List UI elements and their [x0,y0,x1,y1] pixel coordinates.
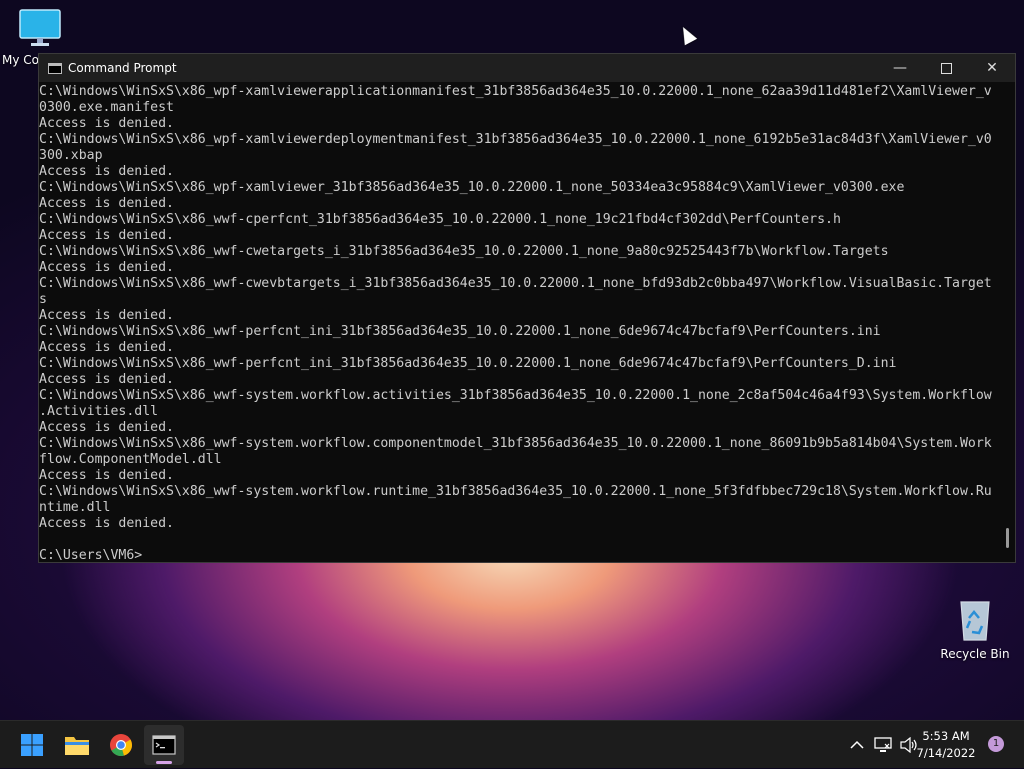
command-prompt-icon [152,735,176,755]
console-line: ntime.dll [39,500,111,515]
console-line: Access is denied. [39,164,174,179]
show-hidden-icons-button[interactable] [850,721,864,769]
console-line: Access is denied. [39,468,174,483]
console-line: C:\Windows\WinSxS\x86_wpf-xamlviewer_31b… [39,180,905,195]
console-line: C:\Windows\WinSxS\x86_wwf-cperfcnt_31bf3… [39,212,841,227]
console-line: Access is denied. [39,516,174,531]
console-line: Access is denied. [39,260,174,275]
console-output[interactable]: C:\Windows\WinSxS\x86_wpf-xamlviewerappl… [39,84,997,562]
console-line: 300.xbap [39,148,103,163]
start-icon [21,734,43,756]
start-button[interactable] [12,725,52,765]
close-icon: ✕ [986,60,998,76]
maximize-icon [940,62,952,74]
console-line: s [39,292,47,307]
taskbar: 5:53 AM 7/14/2022 1 [0,720,1024,768]
console-line: Access is denied. [39,308,174,323]
file-explorer-icon [65,737,89,755]
console-line: Access is denied. [39,372,174,387]
console-line: C:\Windows\WinSxS\x86_wwf-system.workflo… [39,388,992,403]
command-prompt-window[interactable]: Command Prompt — ✕ C:\Windows\WinSxS\x86… [38,53,1016,563]
active-app-indicator [156,761,172,764]
window-title: Command Prompt [68,61,177,75]
console-line: .Activities.dll [39,404,159,419]
console-line: Access is denied. [39,228,174,243]
command-prompt-taskbar-button[interactable] [144,725,184,765]
console-line: 0300.exe.manifest [39,100,174,115]
maximize-button[interactable] [923,54,969,82]
title-bar[interactable]: Command Prompt — ✕ [39,54,1015,82]
chrome-icon [110,734,133,757]
console-line: C:\Users\VM6> [39,548,143,562]
cmd-icon [48,62,62,74]
desktop-icon-label: Recycle Bin [940,647,1010,661]
close-button[interactable]: ✕ [969,54,1015,82]
console-line: C:\Windows\WinSxS\x86_wpf-xamlviewerappl… [39,84,992,99]
monitor-icon [19,9,61,46]
chrome-button[interactable] [101,725,141,765]
console-line: Access is denied. [39,196,174,211]
minimize-icon: — [893,60,907,76]
console-line: Access is denied. [39,420,174,435]
minimize-button[interactable]: — [877,54,923,82]
console-line: Access is denied. [39,116,174,131]
console-line: C:\Windows\WinSxS\x86_wwf-system.workflo… [39,484,992,499]
desktop-icon-recycle-bin[interactable]: Recycle Bin [940,596,1010,661]
clock-time: 5:53 AM [922,729,970,743]
recycle-bin-icon [960,601,990,641]
console-line: C:\Windows\WinSxS\x86_wwf-cwevbtargets_i… [39,276,992,291]
mouse-pointer-icon [676,23,698,46]
network-icon [874,737,892,752]
file-explorer-button[interactable] [57,725,97,765]
console-line: C:\Windows\WinSxS\x86_wwf-cwetargets_i_3… [39,244,889,259]
console-line: C:\Windows\WinSxS\x86_wwf-perfcnt_ini_31… [39,356,897,371]
chevron-up-icon [850,740,864,749]
network-button[interactable] [874,721,892,769]
clock-date: 7/14/2022 [916,746,976,760]
scrollbar-thumb[interactable] [1006,528,1009,548]
console-line: C:\Windows\WinSxS\x86_wwf-system.workflo… [39,436,992,451]
notification-badge[interactable]: 1 [988,736,1004,752]
console-line: C:\Windows\WinSxS\x86_wpf-xamlviewerdepl… [39,132,992,147]
console-line: Access is denied. [39,340,174,355]
console-line: C:\Windows\WinSxS\x86_wwf-perfcnt_ini_31… [39,324,881,339]
clock[interactable]: 5:53 AM 7/14/2022 [914,721,978,769]
console-line: flow.ComponentModel.dll [39,452,222,467]
vertical-scrollbar[interactable] [999,84,1015,562]
